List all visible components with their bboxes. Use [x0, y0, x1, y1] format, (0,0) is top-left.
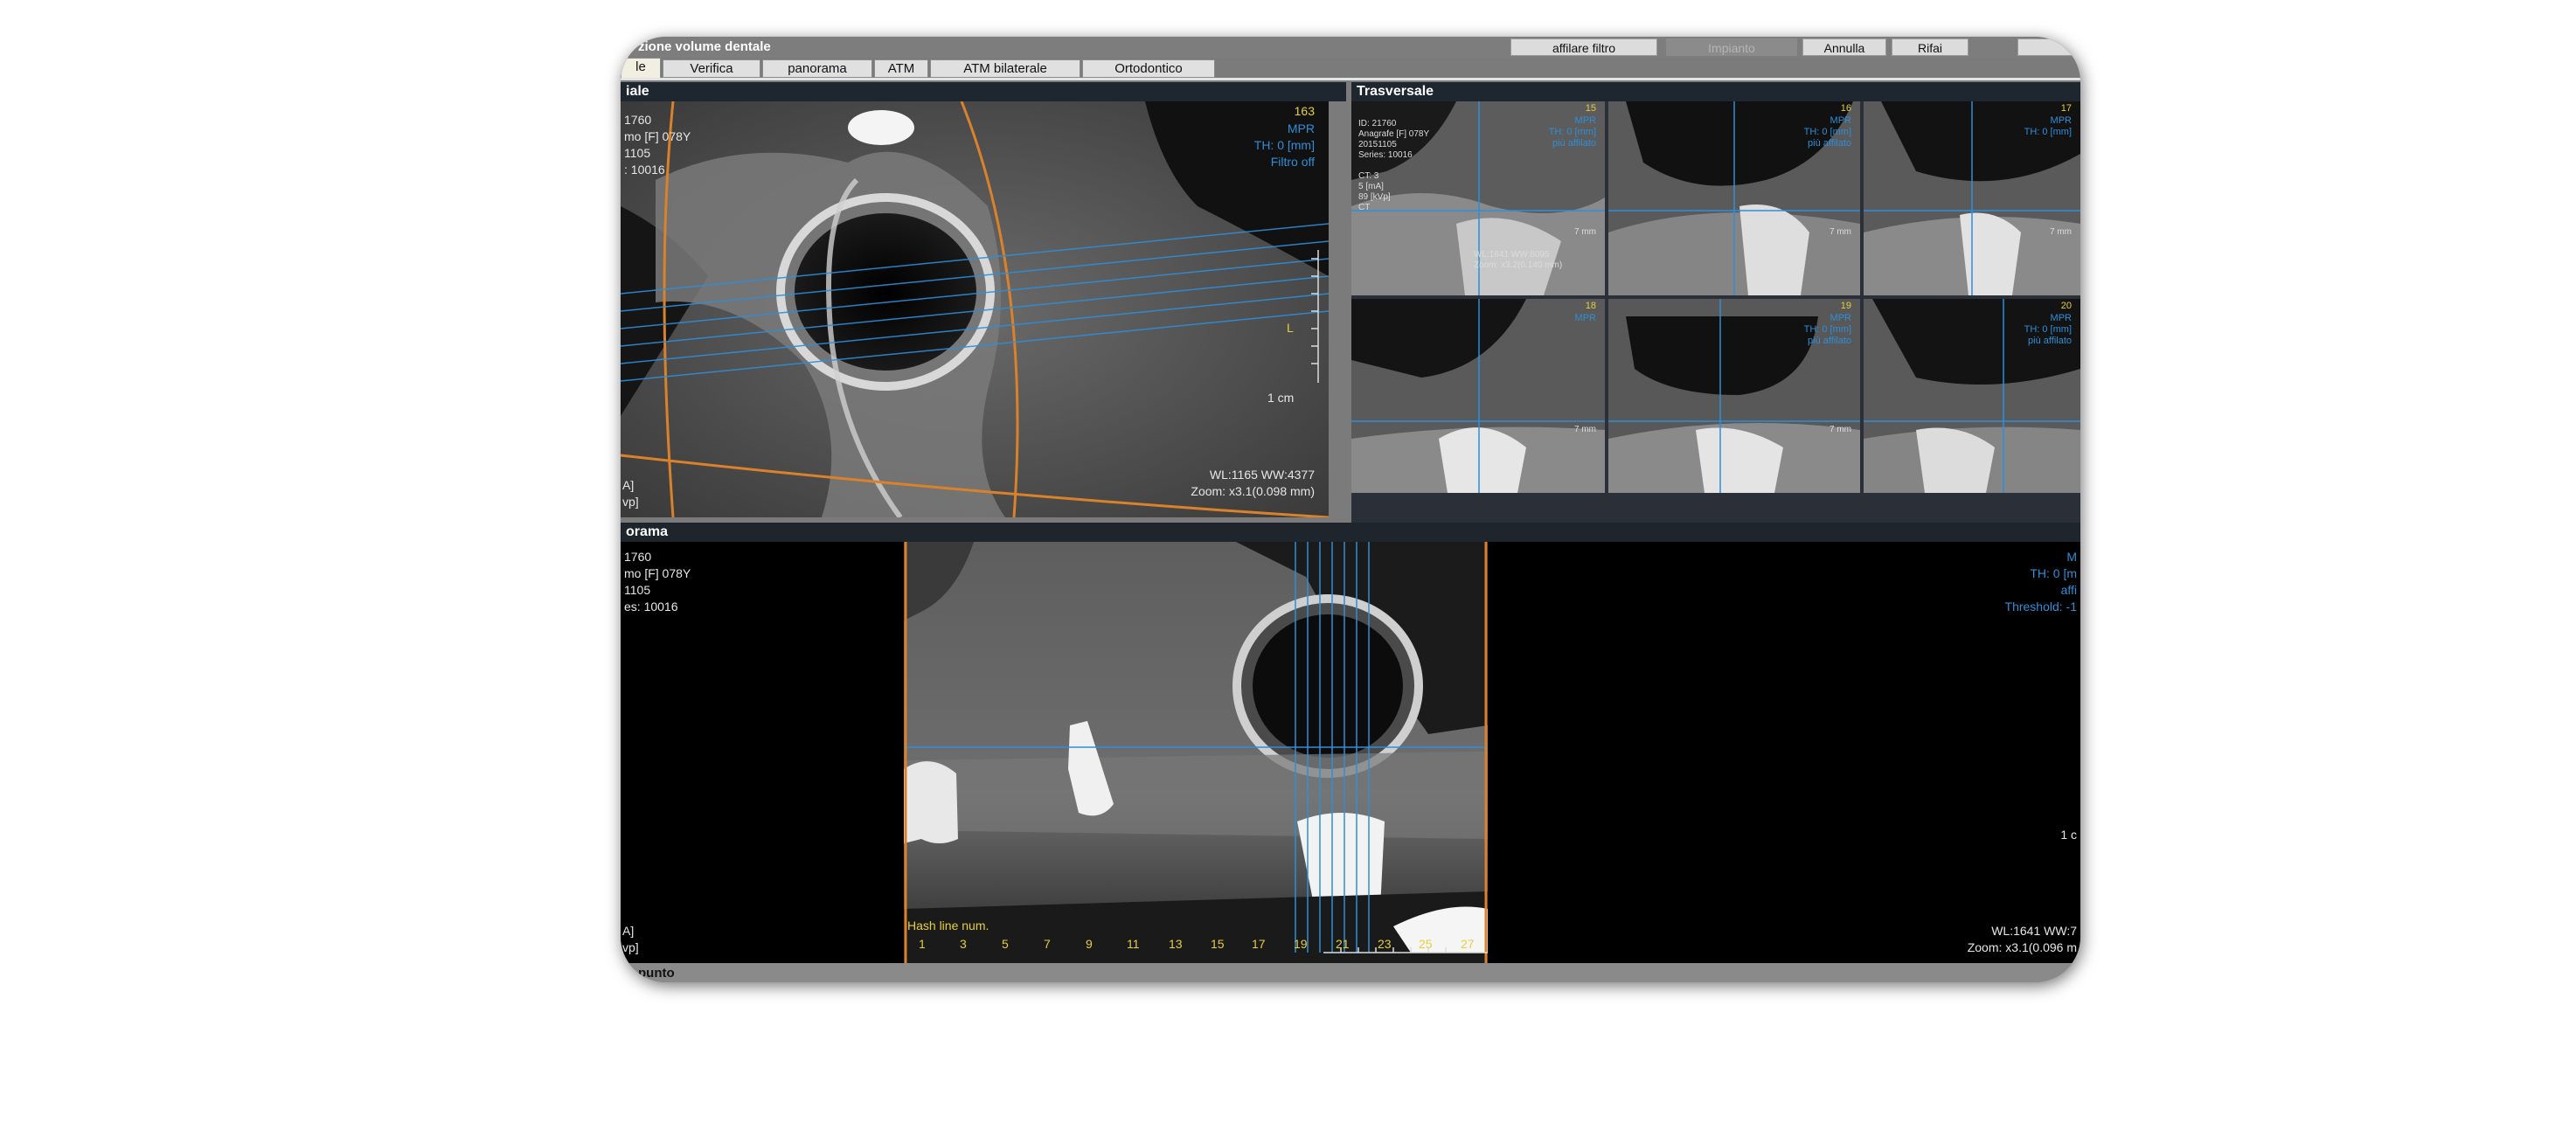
- panorama-panel-header: orama: [621, 523, 2080, 542]
- panorama-mpr-info: M TH: 0 [m affi Threshold: -1: [2004, 550, 2077, 614]
- hash-number-23: 23: [1378, 937, 1392, 951]
- axial-mpr-info: MPR TH: 0 [mm] Filtro off: [1253, 121, 1315, 169]
- tab-bar: le Verifica panorama ATM ATM bilaterale …: [621, 58, 2080, 79]
- slice-scale: 7 mm: [1574, 227, 1596, 237]
- slice-info: MPR TH: 0 [mm] più affilato: [1803, 313, 1851, 346]
- sharpen-filter-button[interactable]: affilare filtro: [1510, 38, 1657, 56]
- panorama-patient-info: 1760 mo [F] 078Y 1105 es: 10016: [624, 550, 691, 614]
- status-text: punto: [638, 966, 675, 981]
- transversal-slice-19[interactable]: 19 MPR TH: 0 [mm] più affilato 7 mm: [1608, 299, 1860, 493]
- hash-line-label: Hash line num.: [907, 919, 989, 932]
- hash-number-9: 9: [1086, 937, 1093, 951]
- window-control-button[interactable]: [2017, 38, 2080, 56]
- axial-window-level: WL:1165 WW:4377 Zoom: x3.1(0.098 mm): [1191, 468, 1315, 498]
- hash-number-25: 25: [1419, 937, 1433, 951]
- axial-panel-header: iale: [621, 82, 1346, 101]
- panorama-footer-left: A] vp]: [622, 924, 639, 954]
- slice-number: 17: [2060, 103, 2072, 114]
- transversal-panel-header: Trasversale: [1351, 82, 2080, 101]
- slice-info: MPR TH: 0 [mm] più affilato: [1548, 115, 1596, 149]
- slice-info: MPR TH: 0 [mm] più affilato: [2024, 313, 2072, 346]
- slice-number: 19: [1840, 301, 1851, 311]
- hash-number-17: 17: [1252, 937, 1266, 951]
- slice-patient-info: ID: 21760 Anagrafe [F] 078Y 20151105 Ser…: [1358, 119, 1430, 212]
- hash-number-7: 7: [1044, 937, 1051, 951]
- transversal-slice-20[interactable]: 20 MPR TH: 0 [mm] più affilato: [1864, 299, 2080, 493]
- axial-scale-label: 1 cm: [1267, 391, 1295, 405]
- tab-atm[interactable]: ATM: [874, 59, 928, 78]
- transversal-slice-16[interactable]: 16 MPR TH: 0 [mm] più affilato 7 mm: [1608, 101, 1860, 295]
- hash-line-numbers: 1 3 5 7 9 11 13 15 17 19 21 23 25 27: [904, 937, 1488, 954]
- slice-info: MPR TH: 0 [mm]: [2024, 115, 2072, 137]
- slice-scale: 7 mm: [1830, 425, 1851, 434]
- tab-assiale[interactable]: le: [621, 58, 661, 79]
- redo-button[interactable]: Rifai: [1892, 38, 1968, 56]
- slice-window-level: WL:1641 WW:6095 Zoom: x3.2(0.140 mm): [1474, 250, 1563, 270]
- status-bar: punto: [621, 963, 2080, 982]
- panorama-viewport[interactable]: 1760 mo [F] 078Y 1105 es: 10016 A] vp] M…: [621, 542, 2080, 963]
- panorama-scale: 1 c: [2060, 828, 2077, 842]
- window-title: zione volume dentale: [638, 39, 771, 54]
- slice-scale: 7 mm: [2050, 227, 2072, 237]
- undo-button[interactable]: Annulla: [1802, 38, 1886, 56]
- panorama-ct-image: [904, 542, 1488, 963]
- implant-button: Impianto: [1666, 38, 1797, 56]
- tab-ortodontico[interactable]: Ortodontico: [1082, 59, 1215, 78]
- slice-info: MPR: [1574, 313, 1596, 323]
- hash-number-13: 13: [1169, 937, 1183, 951]
- axial-ct-image: [621, 101, 1329, 517]
- slice-number: 18: [1585, 301, 1596, 311]
- axial-slice-number: 163: [1294, 104, 1315, 118]
- axial-viewport[interactable]: 1760 mo [F] 078Y 1105 : 10016 163 MPR TH…: [621, 101, 1329, 517]
- slice-number: 15: [1585, 103, 1596, 114]
- slice-scale: 7 mm: [1830, 227, 1851, 237]
- axial-marker-l: L: [1287, 321, 1294, 335]
- tab-underline: [621, 78, 2080, 80]
- hash-number-3: 3: [960, 937, 967, 951]
- hash-number-19: 19: [1294, 937, 1308, 951]
- hash-number-1: 1: [919, 937, 926, 951]
- axial-patient-info: 1760 mo [F] 078Y 1105 : 10016: [624, 113, 691, 177]
- tab-atm-bilaterale[interactable]: ATM bilaterale: [930, 59, 1080, 78]
- axial-footer-left: A] vp]: [622, 478, 639, 509]
- transversal-slice-18[interactable]: 18 MPR 7 mm: [1351, 299, 1605, 493]
- slice-number: 16: [1840, 103, 1851, 114]
- hash-number-21: 21: [1336, 937, 1350, 951]
- transversal-slice-15[interactable]: 15 MPR TH: 0 [mm] più affilato ID: 21760…: [1351, 101, 1605, 295]
- hash-number-27: 27: [1461, 937, 1475, 951]
- hash-number-15: 15: [1211, 937, 1225, 951]
- panorama-window-level: WL:1641 WW:7 Zoom: x3.1(0.096 m: [1967, 924, 2077, 954]
- tab-verifica[interactable]: Verifica: [663, 59, 760, 78]
- slice-info: MPR TH: 0 [mm] più affilato: [1803, 115, 1851, 149]
- hash-number-5: 5: [1002, 937, 1009, 951]
- hash-number-11: 11: [1127, 937, 1140, 951]
- transversal-slice-17[interactable]: 17 MPR TH: 0 [mm] 7 mm: [1864, 101, 2080, 295]
- app-window: zione volume dentale affilare filtro Imp…: [621, 37, 2080, 982]
- tab-panorama[interactable]: panorama: [762, 59, 872, 78]
- title-bar: zione volume dentale affilare filtro Imp…: [621, 37, 2080, 58]
- slice-scale: 7 mm: [1574, 425, 1596, 434]
- transversal-viewport[interactable]: 15 MPR TH: 0 [mm] più affilato ID: 21760…: [1351, 101, 2080, 540]
- slice-number: 20: [2060, 301, 2072, 311]
